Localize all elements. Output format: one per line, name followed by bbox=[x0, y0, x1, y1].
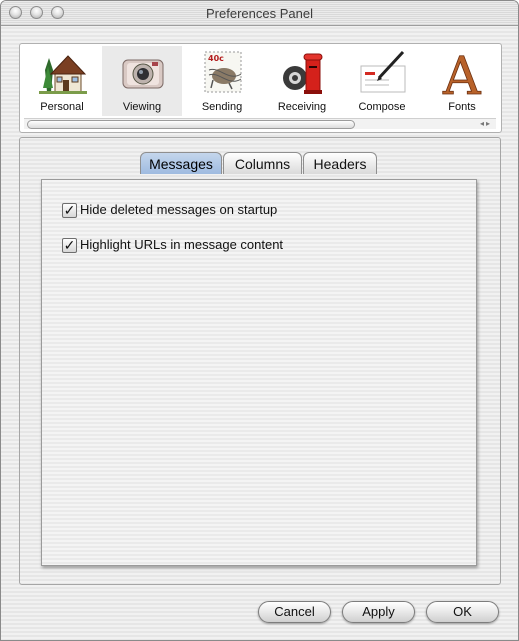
ok-button[interactable]: OK bbox=[426, 601, 499, 623]
preferences-window: Preferences Panel Personal Viewing 40c S… bbox=[0, 0, 519, 641]
toolbar-label-sending: Sending bbox=[201, 101, 243, 113]
toolbar-label-compose: Compose bbox=[358, 101, 406, 113]
font-icon: A bbox=[442, 48, 483, 96]
toolbar-scrollbar[interactable]: ◂▸ bbox=[24, 118, 496, 129]
svg-text:40c: 40c bbox=[208, 54, 224, 63]
toolbar-item-compose[interactable]: Compose bbox=[342, 46, 422, 116]
window-title: Preferences Panel bbox=[206, 6, 313, 21]
highlight-urls-label: Highlight URLs in message content bbox=[80, 237, 284, 252]
hide-deleted-label: Hide deleted messages on startup bbox=[80, 202, 278, 217]
mailbox-icon bbox=[283, 53, 323, 94]
scrollbar-thumb[interactable] bbox=[27, 120, 355, 129]
svg-text:A: A bbox=[442, 48, 482, 96]
toolbar-item-sending[interactable]: 40c Sending bbox=[182, 46, 262, 116]
toolbar-label-fonts: Fonts bbox=[448, 101, 476, 113]
toolbar-label-viewing: Viewing bbox=[122, 101, 162, 113]
pen-icon bbox=[360, 50, 406, 93]
toolbar-item-personal[interactable]: Personal bbox=[22, 46, 102, 116]
house-icon bbox=[39, 55, 87, 94]
apply-button[interactable]: Apply bbox=[342, 601, 415, 623]
preferences-toolbar: Personal Viewing 40c Sending Receiving C… bbox=[19, 43, 502, 133]
title-bar: Preferences Panel bbox=[1, 1, 518, 26]
tab-headers[interactable]: Headers bbox=[303, 152, 377, 174]
toolbar-label-personal: Personal bbox=[40, 101, 84, 113]
toolbar-label-receiving: Receiving bbox=[277, 101, 327, 113]
highlight-urls-checkbox[interactable]: ✓ bbox=[62, 238, 77, 253]
stamp-icon: 40c bbox=[204, 51, 242, 93]
toolbar-item-fonts[interactable]: A Fonts bbox=[422, 46, 502, 116]
tab-messages[interactable]: Messages bbox=[140, 152, 222, 174]
tab-columns[interactable]: Columns bbox=[223, 152, 302, 174]
cancel-button[interactable]: Cancel bbox=[258, 601, 331, 623]
camera-icon bbox=[122, 59, 164, 89]
toolbar-item-receiving[interactable]: Receiving bbox=[262, 46, 342, 116]
hide-deleted-checkbox[interactable]: ✓ bbox=[62, 203, 77, 218]
scroll-arrows-icon[interactable]: ◂▸ bbox=[480, 119, 492, 128]
toolbar-item-viewing[interactable]: Viewing bbox=[102, 46, 182, 116]
